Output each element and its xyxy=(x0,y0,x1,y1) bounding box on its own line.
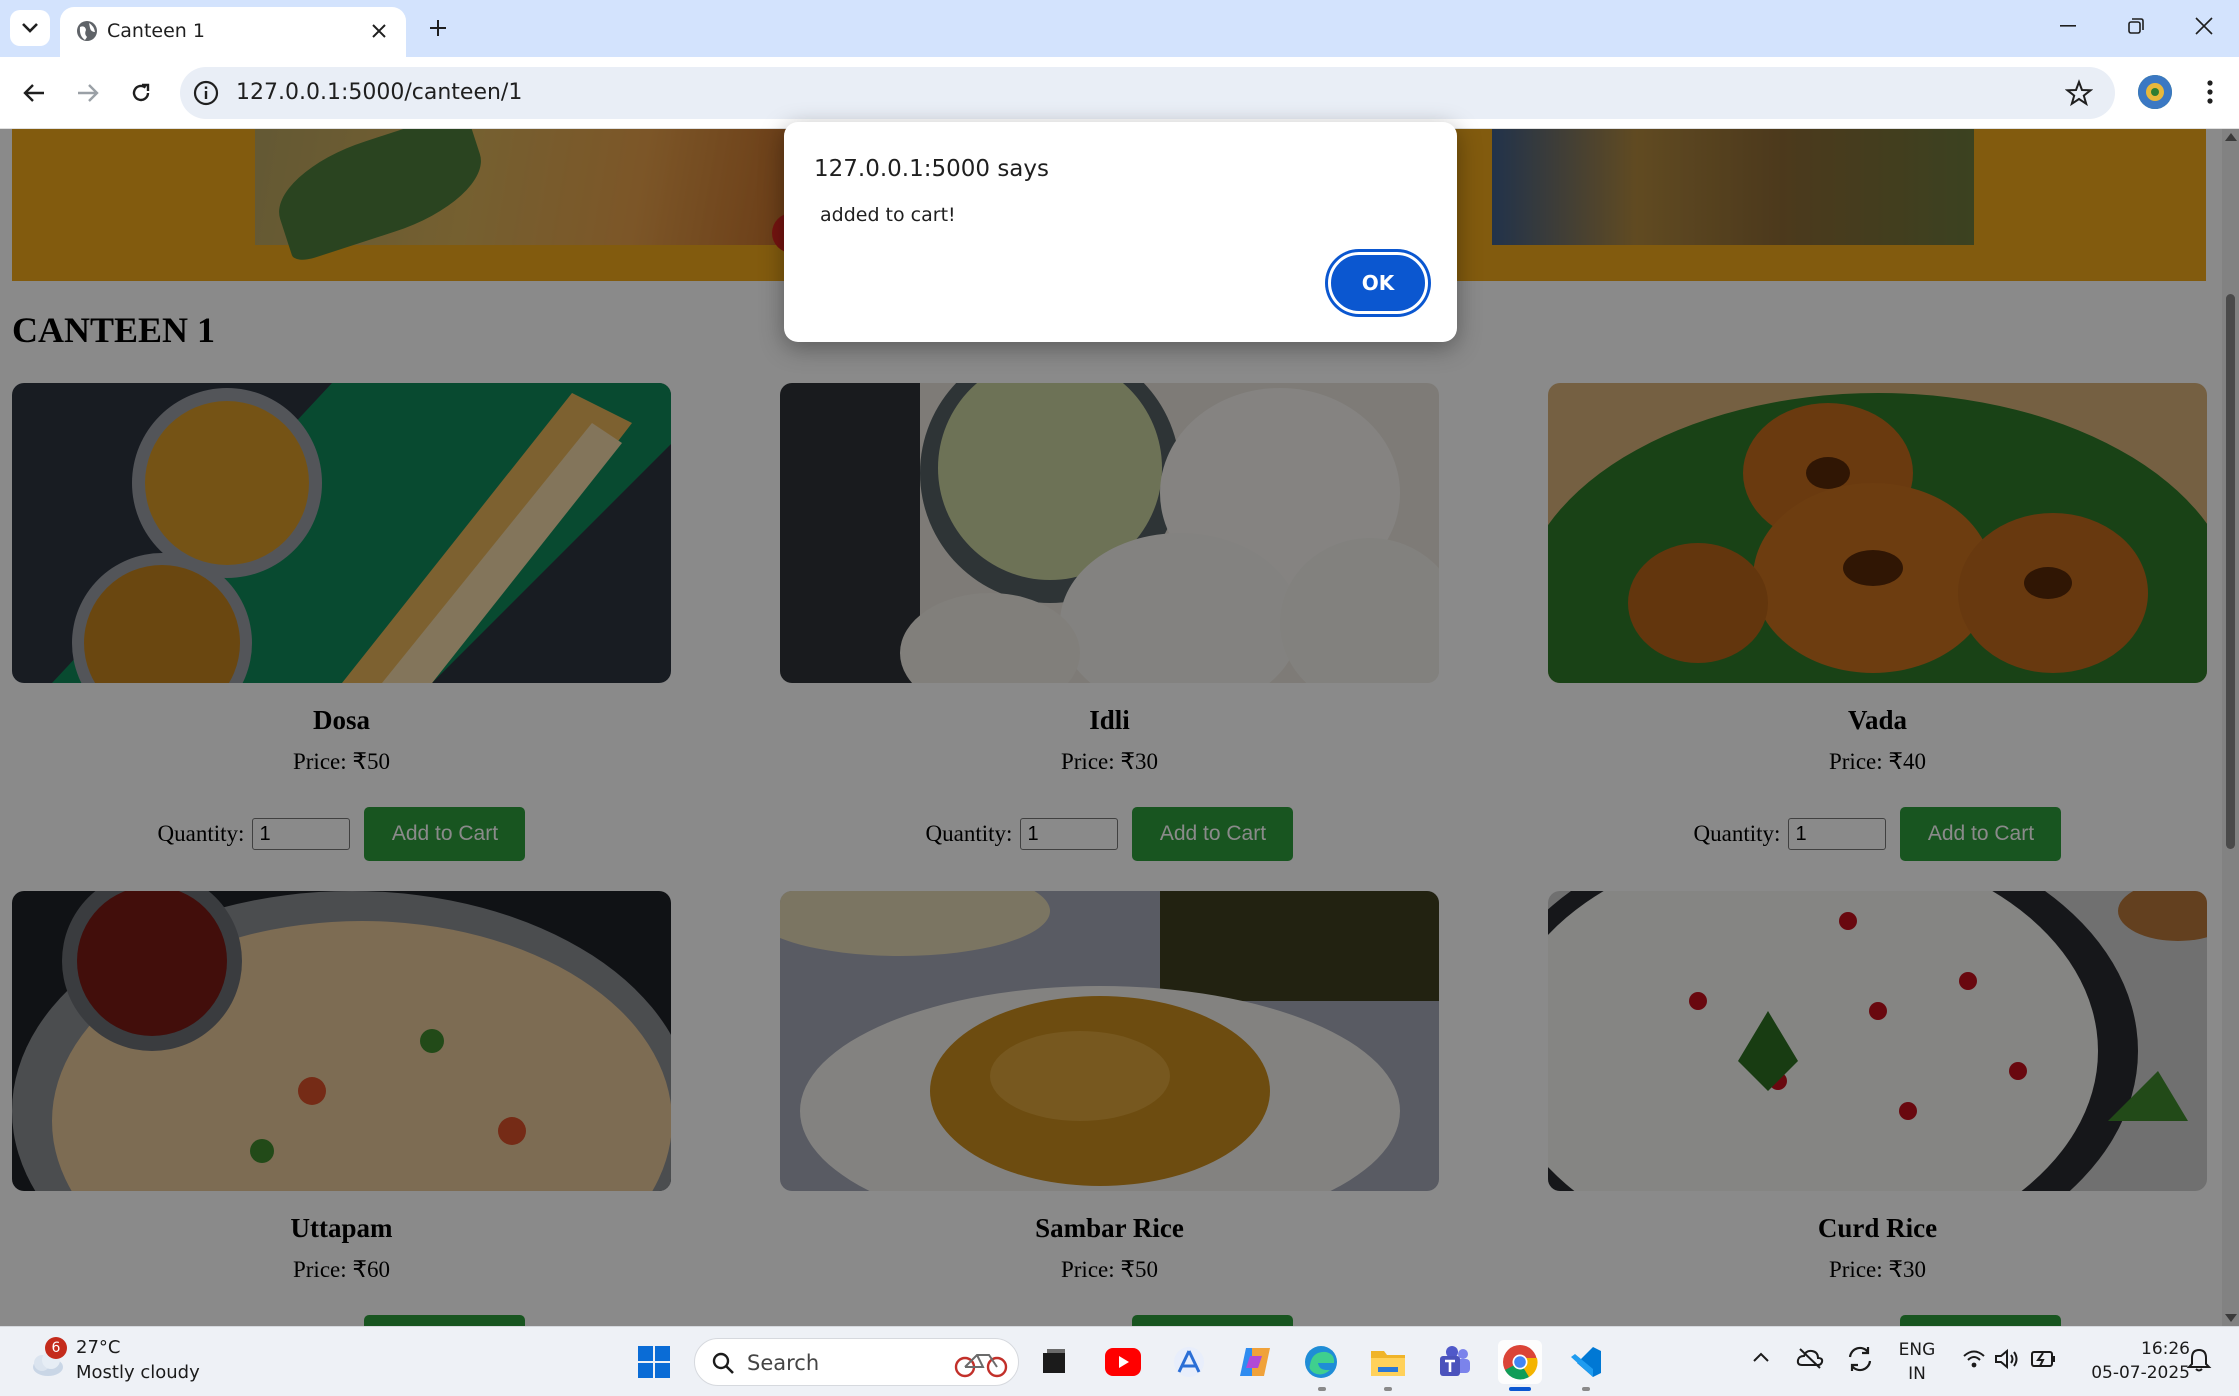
tab-title: Canteen 1 xyxy=(107,20,205,42)
region-indicator[interactable]: IN xyxy=(1896,1364,1938,1384)
browser-tab[interactable]: Canteen 1 xyxy=(60,7,406,57)
onedrive-icon[interactable] xyxy=(1796,1347,1824,1369)
arrow-left-icon xyxy=(23,84,44,102)
teams-icon xyxy=(1440,1346,1470,1376)
youtube-icon xyxy=(1105,1348,1141,1376)
volume-icon[interactable] xyxy=(1994,1348,2020,1370)
windows-taskbar: 6 27°C Mostly cloudy Search ENG IN 16:26… xyxy=(0,1326,2239,1396)
bookmark-star-icon[interactable] xyxy=(2065,79,2093,107)
tab-close-button[interactable] xyxy=(366,18,392,44)
address-bar[interactable]: 127.0.0.1:5000/canteen/1 xyxy=(180,67,2115,119)
minimize-icon xyxy=(2060,25,2076,27)
app-store-icon xyxy=(1174,1347,1204,1377)
wifi-icon[interactable] xyxy=(1962,1349,1986,1369)
notifications-icon[interactable] xyxy=(2186,1347,2212,1373)
restore-icon xyxy=(2128,18,2144,34)
clock-date[interactable]: 05-07-2025 xyxy=(2070,1363,2190,1383)
vscode-app[interactable] xyxy=(1564,1340,1608,1384)
weather-badge: 6 xyxy=(45,1337,67,1359)
reload-button[interactable] xyxy=(121,73,161,113)
plus-icon xyxy=(430,20,446,36)
folder-icon xyxy=(1371,1351,1405,1376)
clock-time[interactable]: 16:26 xyxy=(2070,1339,2190,1359)
weather-temperature[interactable]: 27°C xyxy=(76,1337,120,1358)
dialog-title: 127.0.0.1:5000 says xyxy=(814,156,1049,182)
youtube-app[interactable] xyxy=(1101,1340,1145,1384)
start-button[interactable] xyxy=(632,1340,676,1384)
url-text[interactable]: 127.0.0.1:5000/canteen/1 xyxy=(236,80,522,105)
bicycle-icon xyxy=(954,1354,1008,1378)
taskbar-search[interactable]: Search xyxy=(694,1338,1019,1386)
globe-icon xyxy=(77,21,97,41)
language-indicator[interactable]: ENG xyxy=(1896,1340,1938,1360)
edge-app[interactable] xyxy=(1299,1340,1343,1384)
dialog-message: added to cart! xyxy=(820,204,956,226)
task-view-button[interactable] xyxy=(1032,1340,1076,1384)
back-button[interactable] xyxy=(14,73,54,113)
weather-description[interactable]: Mostly cloudy xyxy=(76,1362,200,1383)
copilot-icon xyxy=(1240,1348,1270,1376)
sync-icon[interactable] xyxy=(1846,1345,1874,1373)
arrow-right-icon xyxy=(78,84,99,102)
chrome-icon xyxy=(1503,1345,1538,1380)
chevron-down-icon xyxy=(22,23,38,33)
active-indicator xyxy=(1509,1387,1531,1391)
vscode-icon xyxy=(1571,1347,1601,1377)
chrome-app[interactable] xyxy=(1498,1340,1542,1384)
restore-button[interactable] xyxy=(2102,0,2170,52)
search-label: Search xyxy=(747,1351,820,1375)
site-info-icon[interactable] xyxy=(192,79,220,107)
running-indicator xyxy=(1318,1387,1326,1391)
forward-button[interactable] xyxy=(68,73,108,113)
copilot-app[interactable] xyxy=(1233,1340,1277,1384)
close-icon xyxy=(372,24,386,38)
browser-toolbar: 127.0.0.1:5000/canteen/1 xyxy=(0,57,2239,129)
teams-app[interactable] xyxy=(1432,1340,1476,1384)
minimize-button[interactable] xyxy=(2034,0,2102,52)
close-icon xyxy=(2195,17,2213,35)
browser-tab-strip: Canteen 1 xyxy=(0,0,2239,57)
running-indicator xyxy=(1582,1387,1590,1391)
avatar-icon xyxy=(2138,75,2172,109)
app-store-app[interactable] xyxy=(1167,1340,1211,1384)
chevron-up-icon[interactable] xyxy=(1752,1351,1770,1363)
battery-icon[interactable] xyxy=(2030,1347,2058,1371)
windows-logo-icon xyxy=(638,1346,670,1378)
close-window-button[interactable] xyxy=(2170,0,2238,52)
reload-icon xyxy=(132,83,150,102)
profile-avatar[interactable] xyxy=(2138,75,2172,109)
running-indicator xyxy=(1384,1387,1392,1391)
new-tab-button[interactable] xyxy=(422,12,454,44)
task-view-icon xyxy=(1043,1349,1065,1373)
file-explorer-app[interactable] xyxy=(1366,1340,1410,1384)
alert-dialog: 127.0.0.1:5000 says added to cart! OK xyxy=(784,122,1457,342)
search-icon xyxy=(712,1352,734,1374)
more-menu-icon[interactable] xyxy=(2195,77,2225,107)
ok-button[interactable]: OK xyxy=(1328,252,1428,314)
edge-icon xyxy=(1305,1346,1337,1378)
tab-search-button[interactable] xyxy=(10,10,50,46)
